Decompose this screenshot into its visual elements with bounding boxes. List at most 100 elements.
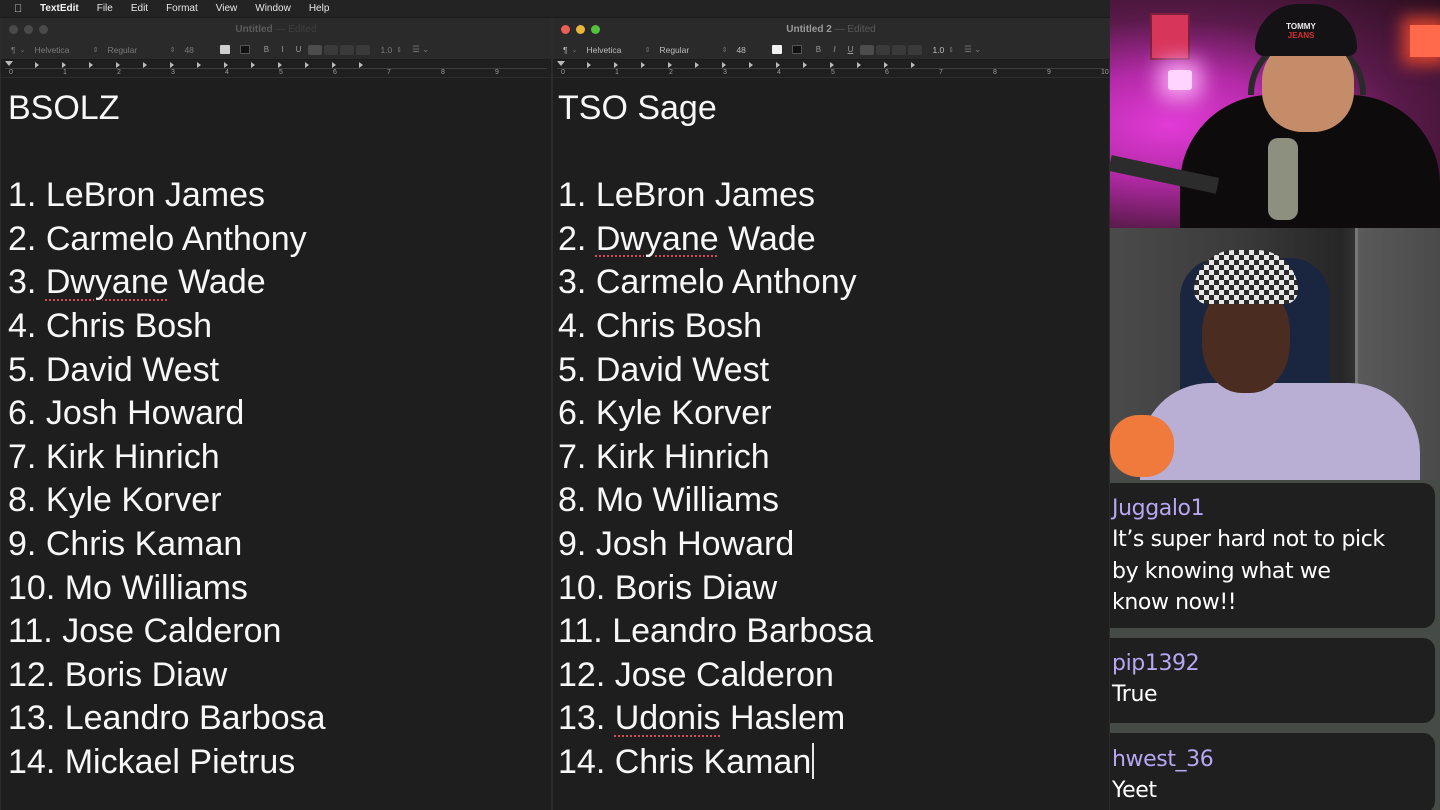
- menu-window[interactable]: Window: [255, 3, 291, 14]
- tab-stop-icon[interactable]: [143, 62, 147, 68]
- title-bar[interactable]: Untitled 2 — Edited: [553, 18, 1109, 40]
- tab-stop-icon[interactable]: [251, 62, 255, 68]
- misspelled-word[interactable]: Dwyane: [596, 220, 719, 258]
- tab-stop-icon[interactable]: [224, 62, 228, 68]
- tab-stop-icon[interactable]: [359, 62, 363, 68]
- webcam-feed-host: TOMMY JEANS: [1110, 0, 1440, 228]
- tab-stop-icon[interactable]: [803, 62, 807, 68]
- tab-stop-icon[interactable]: [614, 62, 618, 68]
- tab-stop-icon[interactable]: [197, 62, 201, 68]
- tab-stop-icon[interactable]: [587, 62, 591, 68]
- tab-stop-icon[interactable]: [332, 62, 336, 68]
- menu-format[interactable]: Format: [166, 3, 198, 14]
- list-item: 7. Kirk Hinrich: [558, 436, 1109, 480]
- tab-stop-icon[interactable]: [305, 62, 309, 68]
- list-style-button[interactable]: ☰ ⌄: [412, 44, 429, 55]
- zoom-button[interactable]: [39, 24, 48, 34]
- menu-help[interactable]: Help: [309, 3, 330, 14]
- line-spacing-select[interactable]: 1.0 ⇕: [932, 45, 954, 55]
- menu-app-name[interactable]: TextEdit: [40, 3, 79, 14]
- title-bar[interactable]: Untitled — Edited: [1, 18, 551, 40]
- list-item: 13. Udonis Haslem: [558, 697, 1109, 741]
- tab-stop-icon[interactable]: [776, 62, 780, 68]
- document-text-area[interactable]: TSO Sage 1. LeBron James 2. Dwyane Wade 3.…: [553, 80, 1109, 810]
- tab-stop-icon[interactable]: [641, 62, 645, 68]
- paragraph-style-button[interactable]: ¶ ⌄: [563, 45, 577, 55]
- list-item: 14. Chris Kaman: [558, 741, 1109, 785]
- background-color-swatch[interactable]: [240, 45, 251, 54]
- tab-stop-icon[interactable]: [668, 62, 672, 68]
- tab-stop-icon[interactable]: [911, 62, 915, 68]
- underline-button[interactable]: U: [292, 45, 304, 54]
- apple-logo-icon[interactable]: : [14, 3, 26, 15]
- font-size-field[interactable]: 48: [736, 45, 756, 55]
- window-title: Untitled — Edited: [1, 24, 551, 35]
- font-style-select[interactable]: Regular ⇕: [659, 45, 727, 55]
- tab-stop-icon[interactable]: [170, 62, 174, 68]
- italic-button[interactable]: I: [276, 45, 288, 54]
- ruler[interactable]: 0 1 2 3 4 5 6 7 8 9 10: [553, 60, 1109, 78]
- font-family-select[interactable]: Helvetica ⇕: [34, 45, 98, 55]
- paragraph-style-button[interactable]: ¶ ⌄: [11, 45, 25, 55]
- minimize-button[interactable]: [24, 24, 33, 34]
- list-style-button[interactable]: ☰ ⌄: [964, 44, 981, 55]
- align-left-button[interactable]: [860, 44, 875, 55]
- underline-button[interactable]: U: [844, 45, 856, 54]
- menu-view[interactable]: View: [216, 3, 238, 14]
- close-button[interactable]: [9, 24, 18, 34]
- tab-stop-icon[interactable]: [695, 62, 699, 68]
- indent-marker-icon[interactable]: [5, 61, 13, 66]
- italic-button[interactable]: I: [828, 45, 840, 54]
- tab-stop-icon[interactable]: [62, 62, 66, 68]
- font-style-select[interactable]: Regular ⇕: [107, 45, 175, 55]
- list-number: 6.: [558, 394, 587, 433]
- tab-stop-icon[interactable]: [35, 62, 39, 68]
- list-item: 10. Boris Diaw: [558, 567, 1109, 611]
- align-center-button[interactable]: [324, 44, 339, 55]
- align-right-button[interactable]: [892, 44, 907, 55]
- chat-text: It’s super hard not to pick: [1112, 527, 1385, 552]
- misspelled-word[interactable]: Udonis: [615, 699, 721, 737]
- tab-stop-icon[interactable]: [857, 62, 861, 68]
- align-justify-button[interactable]: [356, 44, 371, 55]
- tab-stop-icon[interactable]: [89, 62, 93, 68]
- list-number: 11.: [558, 612, 603, 651]
- minimize-button[interactable]: [576, 24, 585, 34]
- text-color-swatch[interactable]: [772, 45, 783, 54]
- align-center-button[interactable]: [876, 44, 891, 55]
- chat-username: hwest_36: [1112, 747, 1214, 772]
- misspelled-word[interactable]: Dwyane: [46, 263, 169, 301]
- tab-stop-icon[interactable]: [278, 62, 282, 68]
- font-size-field[interactable]: 48: [184, 45, 204, 55]
- ruler-number: 7: [387, 69, 391, 76]
- background-color-swatch[interactable]: [792, 45, 803, 54]
- menu-edit[interactable]: Edit: [131, 3, 148, 14]
- tab-stop-icon[interactable]: [884, 62, 888, 68]
- ruler-number: 6: [333, 69, 337, 76]
- font-family-select[interactable]: Helvetica ⇕: [586, 45, 650, 55]
- player-name: Mo Williams: [595, 481, 780, 520]
- indent-marker-icon[interactable]: [557, 61, 565, 66]
- document-text-area[interactable]: BSOLZ 1. LeBron James 2. Carmelo Anthony 3…: [1, 80, 551, 810]
- align-left-button[interactable]: [308, 44, 323, 55]
- align-right-button[interactable]: [340, 44, 355, 55]
- bold-button[interactable]: B: [812, 45, 824, 54]
- tab-stop-icon[interactable]: [722, 62, 726, 68]
- tab-stop-icon[interactable]: [116, 62, 120, 68]
- chat-message: Juggalo1 It’s super hard not to pick by …: [1110, 483, 1435, 628]
- menu-file[interactable]: File: [97, 3, 113, 14]
- bold-button[interactable]: B: [260, 45, 272, 54]
- align-justify-button[interactable]: [908, 44, 923, 55]
- list-number: 11.: [8, 612, 53, 651]
- text-color-swatch[interactable]: [220, 45, 231, 54]
- line-spacing-select[interactable]: 1.0 ⇕: [380, 45, 402, 55]
- tab-stop-icon[interactable]: [749, 62, 753, 68]
- list-item: 5. David West: [558, 349, 1109, 393]
- list-number: 8.: [558, 481, 587, 520]
- chat-overlay: Juggalo1 It’s super hard not to pick by …: [1110, 480, 1440, 810]
- tab-stop-icon[interactable]: [830, 62, 834, 68]
- close-button[interactable]: [561, 24, 570, 34]
- zoom-button[interactable]: [591, 24, 600, 34]
- ruler[interactable]: 0 1 2 3 4 5 6 7 8 9: [1, 60, 551, 78]
